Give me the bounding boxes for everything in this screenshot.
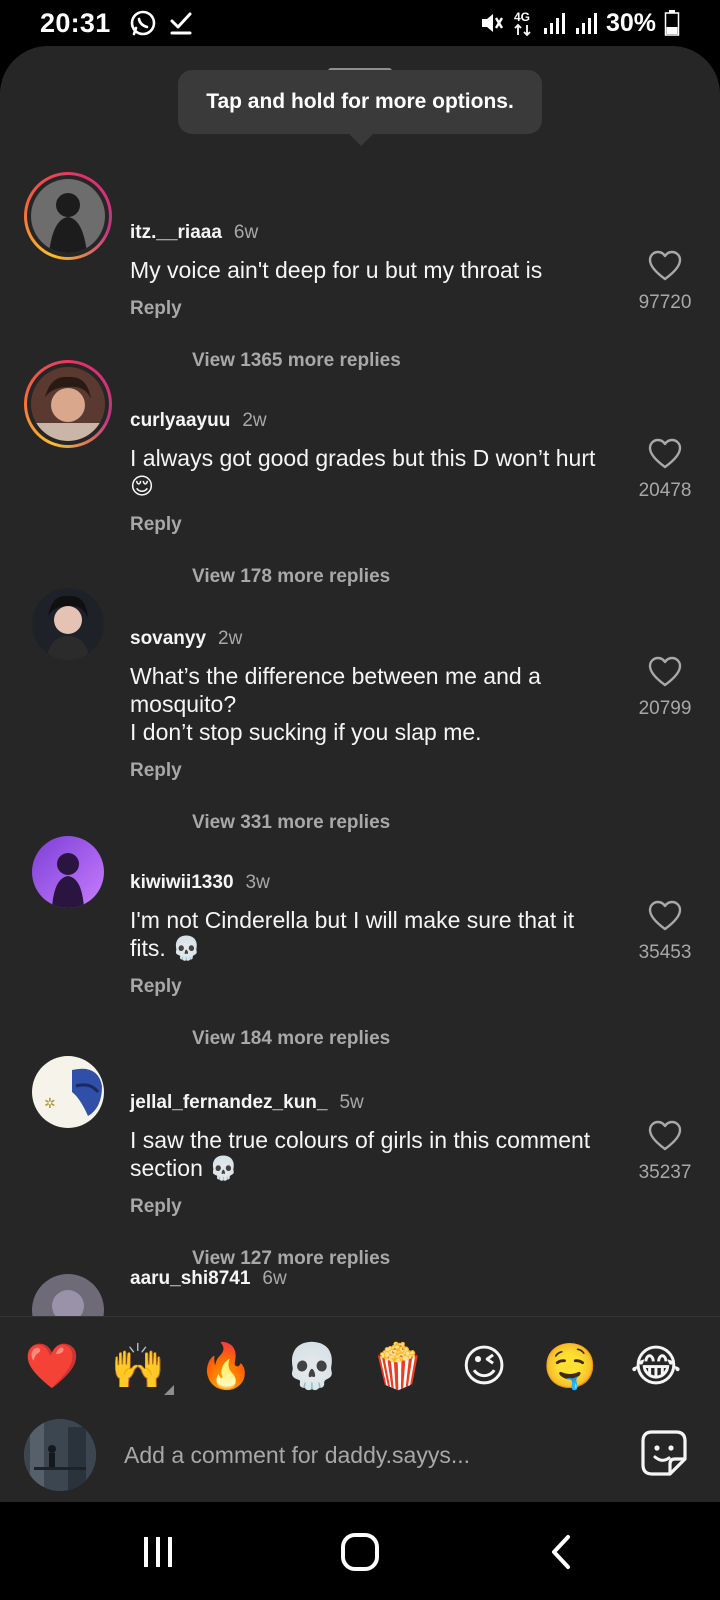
comment-text: I always got good grades but this D won’… [130,445,596,499]
back-icon[interactable] [532,1530,592,1574]
like-count: 20478 [638,480,692,501]
heart-icon[interactable] [648,438,682,470]
comment-item[interactable]: aaru_shi8741 6w [0,1268,720,1316]
view-replies-button[interactable]: View 127 more replies [192,1248,390,1270]
tooltip: Tap and hold for more options. [178,70,542,146]
comment-username[interactable]: aaru_shi8741 [130,1268,250,1290]
emoji-fire[interactable]: 🔥 [196,1339,256,1395]
tooltip-text: Tap and hold for more options. [206,90,514,113]
reply-button[interactable]: Reply [130,514,182,536]
battery-icon [664,10,680,36]
comment-username[interactable]: sovanyy [130,628,206,650]
status-bar: 20:31 4G 30% [0,0,720,46]
signal-icon [574,11,598,35]
comment-time: 5w [339,1092,364,1113]
checkmark-download-icon [169,10,193,36]
heart-icon[interactable] [648,1120,682,1152]
comment-username[interactable]: itz.__riaaa [130,222,222,244]
emoji-drooling[interactable]: 🤤 [540,1339,600,1395]
comment-username[interactable]: jellal_fernandez_kun_ [130,1092,327,1114]
comment-username[interactable]: curlyaayuu [130,410,230,432]
comment-text: I saw the true colours of girls in this … [130,1127,591,1181]
avatar[interactable]: ✲ [32,1056,104,1128]
like-count: 20799 [638,698,692,719]
like-button[interactable]: 35237 [630,1120,700,1184]
home-icon[interactable] [330,1530,390,1574]
my-avatar [24,1419,96,1491]
svg-text:4G: 4G [514,10,530,24]
comment-composer-panel: ❤️ 🙌 🔥 💀 🍿 😉 🤤 😂 [0,1316,720,1502]
view-replies-button[interactable]: View 184 more replies [192,1028,390,1050]
reply-button[interactable]: Reply [130,760,182,782]
heart-icon[interactable] [648,250,682,282]
like-button[interactable]: 35453 [630,900,700,964]
emoji-raising-hands[interactable]: 🙌 [108,1339,168,1395]
battery-percent: 30% [605,8,656,37]
comment-list[interactable]: itz.__riaaa 6w My voice ain't deep for u… [0,46,720,1316]
like-count: 97720 [638,292,692,313]
signal-icon [542,11,566,35]
comment-item[interactable]: itz.__riaaa 6w My voice ain't deep for u… [0,168,720,371]
reply-button[interactable]: Reply [130,976,182,998]
emoji-heart[interactable]: ❤️ [22,1339,82,1395]
comment-item[interactable]: curlyaayuu 2w I always got good grades b… [0,358,720,587]
emoji-popcorn[interactable]: 🍿 [368,1339,428,1395]
system-nav-bar [0,1502,720,1600]
like-button[interactable]: 20478 [630,438,700,502]
reply-button[interactable]: Reply [130,1196,182,1218]
composer [0,1417,720,1493]
comment-time: 6w [262,1268,287,1289]
comment-time: 2w [218,628,243,649]
heart-icon[interactable] [648,656,682,688]
heart-icon[interactable] [648,900,682,932]
comment-input[interactable] [124,1433,604,1477]
reply-button[interactable]: Reply [130,298,182,320]
avatar[interactable] [32,836,104,908]
mute-icon [478,10,504,36]
comment-time: 6w [233,222,259,243]
like-count: 35453 [638,942,692,963]
avatar[interactable] [32,588,104,660]
4g-icon: 4G [512,9,534,37]
comment-text: My voice ain't deep for u but my throat … [130,257,543,283]
comment-text: What’s the difference between me and a m… [130,663,541,745]
avatar[interactable] [24,172,112,260]
comment-text: I'm not Cinderella but I will make sure … [130,907,575,961]
comment-item[interactable]: kiwiwii1330 3w I'm not Cinderella but I … [0,830,720,1050]
avatar[interactable] [32,1274,104,1316]
avatar[interactable] [24,360,112,448]
comment-time: 2w [242,410,267,431]
comments-sheet: Tap and hold for more options. itz.__ria… [0,46,720,1502]
sticker-icon[interactable] [638,1427,690,1479]
svg-text:✲: ✲ [44,1096,56,1112]
like-button[interactable]: 20799 [630,656,700,720]
emoji-skull[interactable]: 💀 [282,1339,342,1395]
skin-tone-indicator-icon [164,1385,174,1395]
whatsapp-icon [129,9,157,37]
comment-item[interactable]: ✲ jellal_fernandez_kun_ 5w I saw the tru… [0,1050,720,1270]
quick-reactions: ❤️ 🙌 🔥 💀 🍿 😉 🤤 😂 [0,1339,720,1399]
like-button[interactable]: 97720 [630,250,700,314]
comment-time: 3w [245,872,270,893]
emoji-wink[interactable]: 😉 [454,1339,514,1395]
recents-icon[interactable] [128,1530,188,1574]
emoji-tears-of-joy[interactable]: 😂 [626,1339,686,1395]
like-count: 35237 [638,1162,692,1183]
comment-username[interactable]: kiwiwii1330 [130,872,234,894]
comment-item[interactable]: sovanyy 2w What’s the difference between… [0,582,720,833]
status-time: 20:31 [40,7,111,38]
